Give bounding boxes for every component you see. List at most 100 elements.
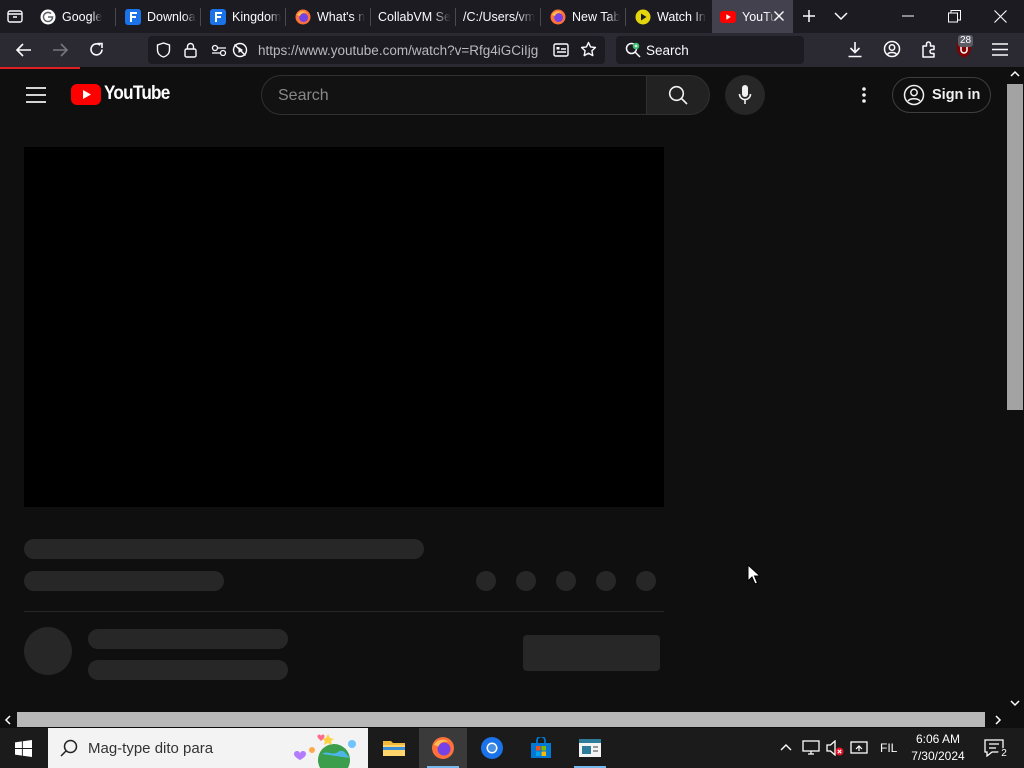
- input-language[interactable]: FIL: [880, 741, 897, 755]
- tab-collabvm[interactable]: CollabVM Se: [372, 0, 456, 33]
- tab-kingdom[interactable]: Kingdom: [202, 0, 286, 33]
- f-icon: [210, 8, 226, 25]
- divider: [24, 611, 664, 612]
- tab-label: Watch In: [657, 9, 706, 24]
- tab-label: Kingdom: [232, 9, 282, 24]
- action-placeholder: [636, 571, 656, 591]
- youtube-search-input[interactable]: Search: [261, 75, 647, 115]
- search-icon: [668, 85, 688, 105]
- volume-muted-icon[interactable]: [826, 740, 844, 756]
- scroll-left-icon[interactable]: [4, 715, 11, 725]
- taskbar-clock[interactable]: 6:06 AM 7/30/2024: [906, 731, 970, 765]
- file-explorer-button[interactable]: [370, 728, 418, 768]
- google-icon: [40, 9, 56, 25]
- search-icon: [60, 739, 78, 757]
- settings-more-button[interactable]: [852, 81, 876, 109]
- youtube-search-button[interactable]: [646, 75, 710, 115]
- horizontal-scrollbar[interactable]: [0, 711, 1006, 728]
- minimize-icon[interactable]: [902, 15, 914, 17]
- tab-download[interactable]: Downloa: [117, 0, 201, 33]
- bookmark-star-icon[interactable]: [580, 41, 597, 58]
- tab-google[interactable]: Google: [32, 0, 116, 33]
- tab-watch[interactable]: Watch In: [627, 0, 711, 33]
- youtube-logo-icon: [71, 83, 101, 105]
- vertical-scrollbar[interactable]: [1006, 67, 1024, 711]
- url-text[interactable]: https://www.youtube.com/watch?v=Rfg4iGCi…: [258, 43, 548, 58]
- app-window-button[interactable]: [566, 728, 614, 768]
- firefox-icon: [550, 9, 566, 25]
- tab-local-file[interactable]: /C:/Users/vm: [457, 0, 541, 33]
- voice-search-button[interactable]: [725, 75, 765, 115]
- action-placeholder: [596, 571, 616, 591]
- close-tab-icon[interactable]: [773, 10, 785, 22]
- tab-youtube[interactable]: YouTu: [712, 0, 793, 33]
- youtube-logo[interactable]: YouTube: [71, 83, 177, 105]
- firefox-taskbar-button[interactable]: [419, 728, 467, 768]
- youtube-logo-text: YouTube: [104, 83, 170, 104]
- restore-icon[interactable]: [948, 10, 961, 23]
- reader-view-icon[interactable]: [553, 42, 569, 58]
- list-all-tabs-icon[interactable]: [834, 11, 848, 21]
- close-window-icon[interactable]: [994, 10, 1007, 23]
- tab-strip: Google Downloa Kingdom What's n CollabVM…: [0, 0, 1024, 33]
- app-menu-icon[interactable]: [992, 43, 1008, 56]
- play-icon: [635, 9, 651, 25]
- video-player[interactable]: [24, 147, 664, 507]
- navigation-toolbar: https://www.youtube.com/watch?v=Rfg4iGCi…: [0, 33, 1024, 67]
- search-engine-icon[interactable]: [625, 42, 642, 58]
- action-placeholder: [556, 571, 576, 591]
- title-placeholder: [24, 539, 424, 559]
- lock-icon[interactable]: [184, 42, 197, 58]
- address-bar[interactable]: https://www.youtube.com/watch?v=Rfg4iGCi…: [148, 36, 605, 64]
- scroll-up-icon[interactable]: [1010, 70, 1020, 77]
- horizontal-scroll-thumb[interactable]: [17, 712, 985, 727]
- vertical-scroll-thumb[interactable]: [1007, 84, 1023, 410]
- downloads-icon[interactable]: [847, 41, 863, 58]
- scroll-right-icon[interactable]: [995, 715, 1002, 725]
- chrome-taskbar-button[interactable]: [468, 728, 516, 768]
- mouse-cursor-icon: [747, 564, 761, 585]
- notification-count-badge: 2: [998, 748, 1010, 760]
- extensions-icon[interactable]: [920, 40, 938, 58]
- channel-avatar-placeholder: [24, 627, 72, 675]
- permissions-icon[interactable]: [211, 44, 227, 56]
- ublock-badge: 28: [958, 35, 974, 47]
- action-placeholder: [516, 571, 536, 591]
- tab-label: /C:/Users/vm: [463, 9, 536, 24]
- tab-label: Google: [62, 9, 103, 24]
- clock-date: 7/30/2024: [911, 749, 965, 763]
- browser-search-placeholder: Search: [646, 43, 689, 58]
- account-icon[interactable]: [883, 40, 901, 58]
- f-icon: [125, 8, 141, 25]
- show-hidden-icons-chevron-icon[interactable]: [780, 743, 792, 751]
- tab-whats-new[interactable]: What's n: [287, 0, 371, 33]
- browser-search-bar[interactable]: Search: [616, 36, 804, 64]
- tab-new-tab[interactable]: New Tab: [542, 0, 626, 33]
- channel-subs-placeholder: [88, 660, 288, 680]
- sign-in-label: Sign in: [932, 87, 981, 103]
- sign-in-button[interactable]: Sign in: [892, 77, 991, 113]
- guide-menu-icon[interactable]: [26, 87, 46, 103]
- microsoft-store-button[interactable]: [517, 728, 565, 768]
- display-settings-icon[interactable]: [850, 740, 868, 756]
- firefox-icon: [295, 9, 311, 25]
- back-icon[interactable]: [15, 42, 32, 58]
- channel-name-placeholder: [88, 629, 288, 649]
- taskbar-search-placeholder: Mag-type dito para: [88, 740, 214, 757]
- taskbar-search-box[interactable]: Mag-type dito para: [48, 728, 368, 768]
- forward-icon[interactable]: [52, 42, 69, 58]
- new-tab-icon[interactable]: [802, 9, 816, 23]
- network-icon[interactable]: [802, 740, 820, 756]
- start-windows-icon[interactable]: [15, 740, 32, 757]
- chrome-icon: [480, 736, 504, 760]
- tab-overview-icon[interactable]: [6, 8, 24, 24]
- tracking-protection-shield-icon[interactable]: [156, 42, 171, 58]
- scroll-corner: [1006, 711, 1024, 728]
- reload-icon[interactable]: [88, 41, 105, 58]
- autoplay-blocked-icon[interactable]: [232, 42, 248, 58]
- action-placeholder: [476, 571, 496, 591]
- tab-label: Downloa: [147, 9, 196, 24]
- youtube-icon: [720, 9, 736, 25]
- scroll-down-icon[interactable]: [1010, 700, 1020, 707]
- windows-taskbar: Mag-type dito para FIL 6:06 AM 7/30/2024…: [0, 728, 1024, 768]
